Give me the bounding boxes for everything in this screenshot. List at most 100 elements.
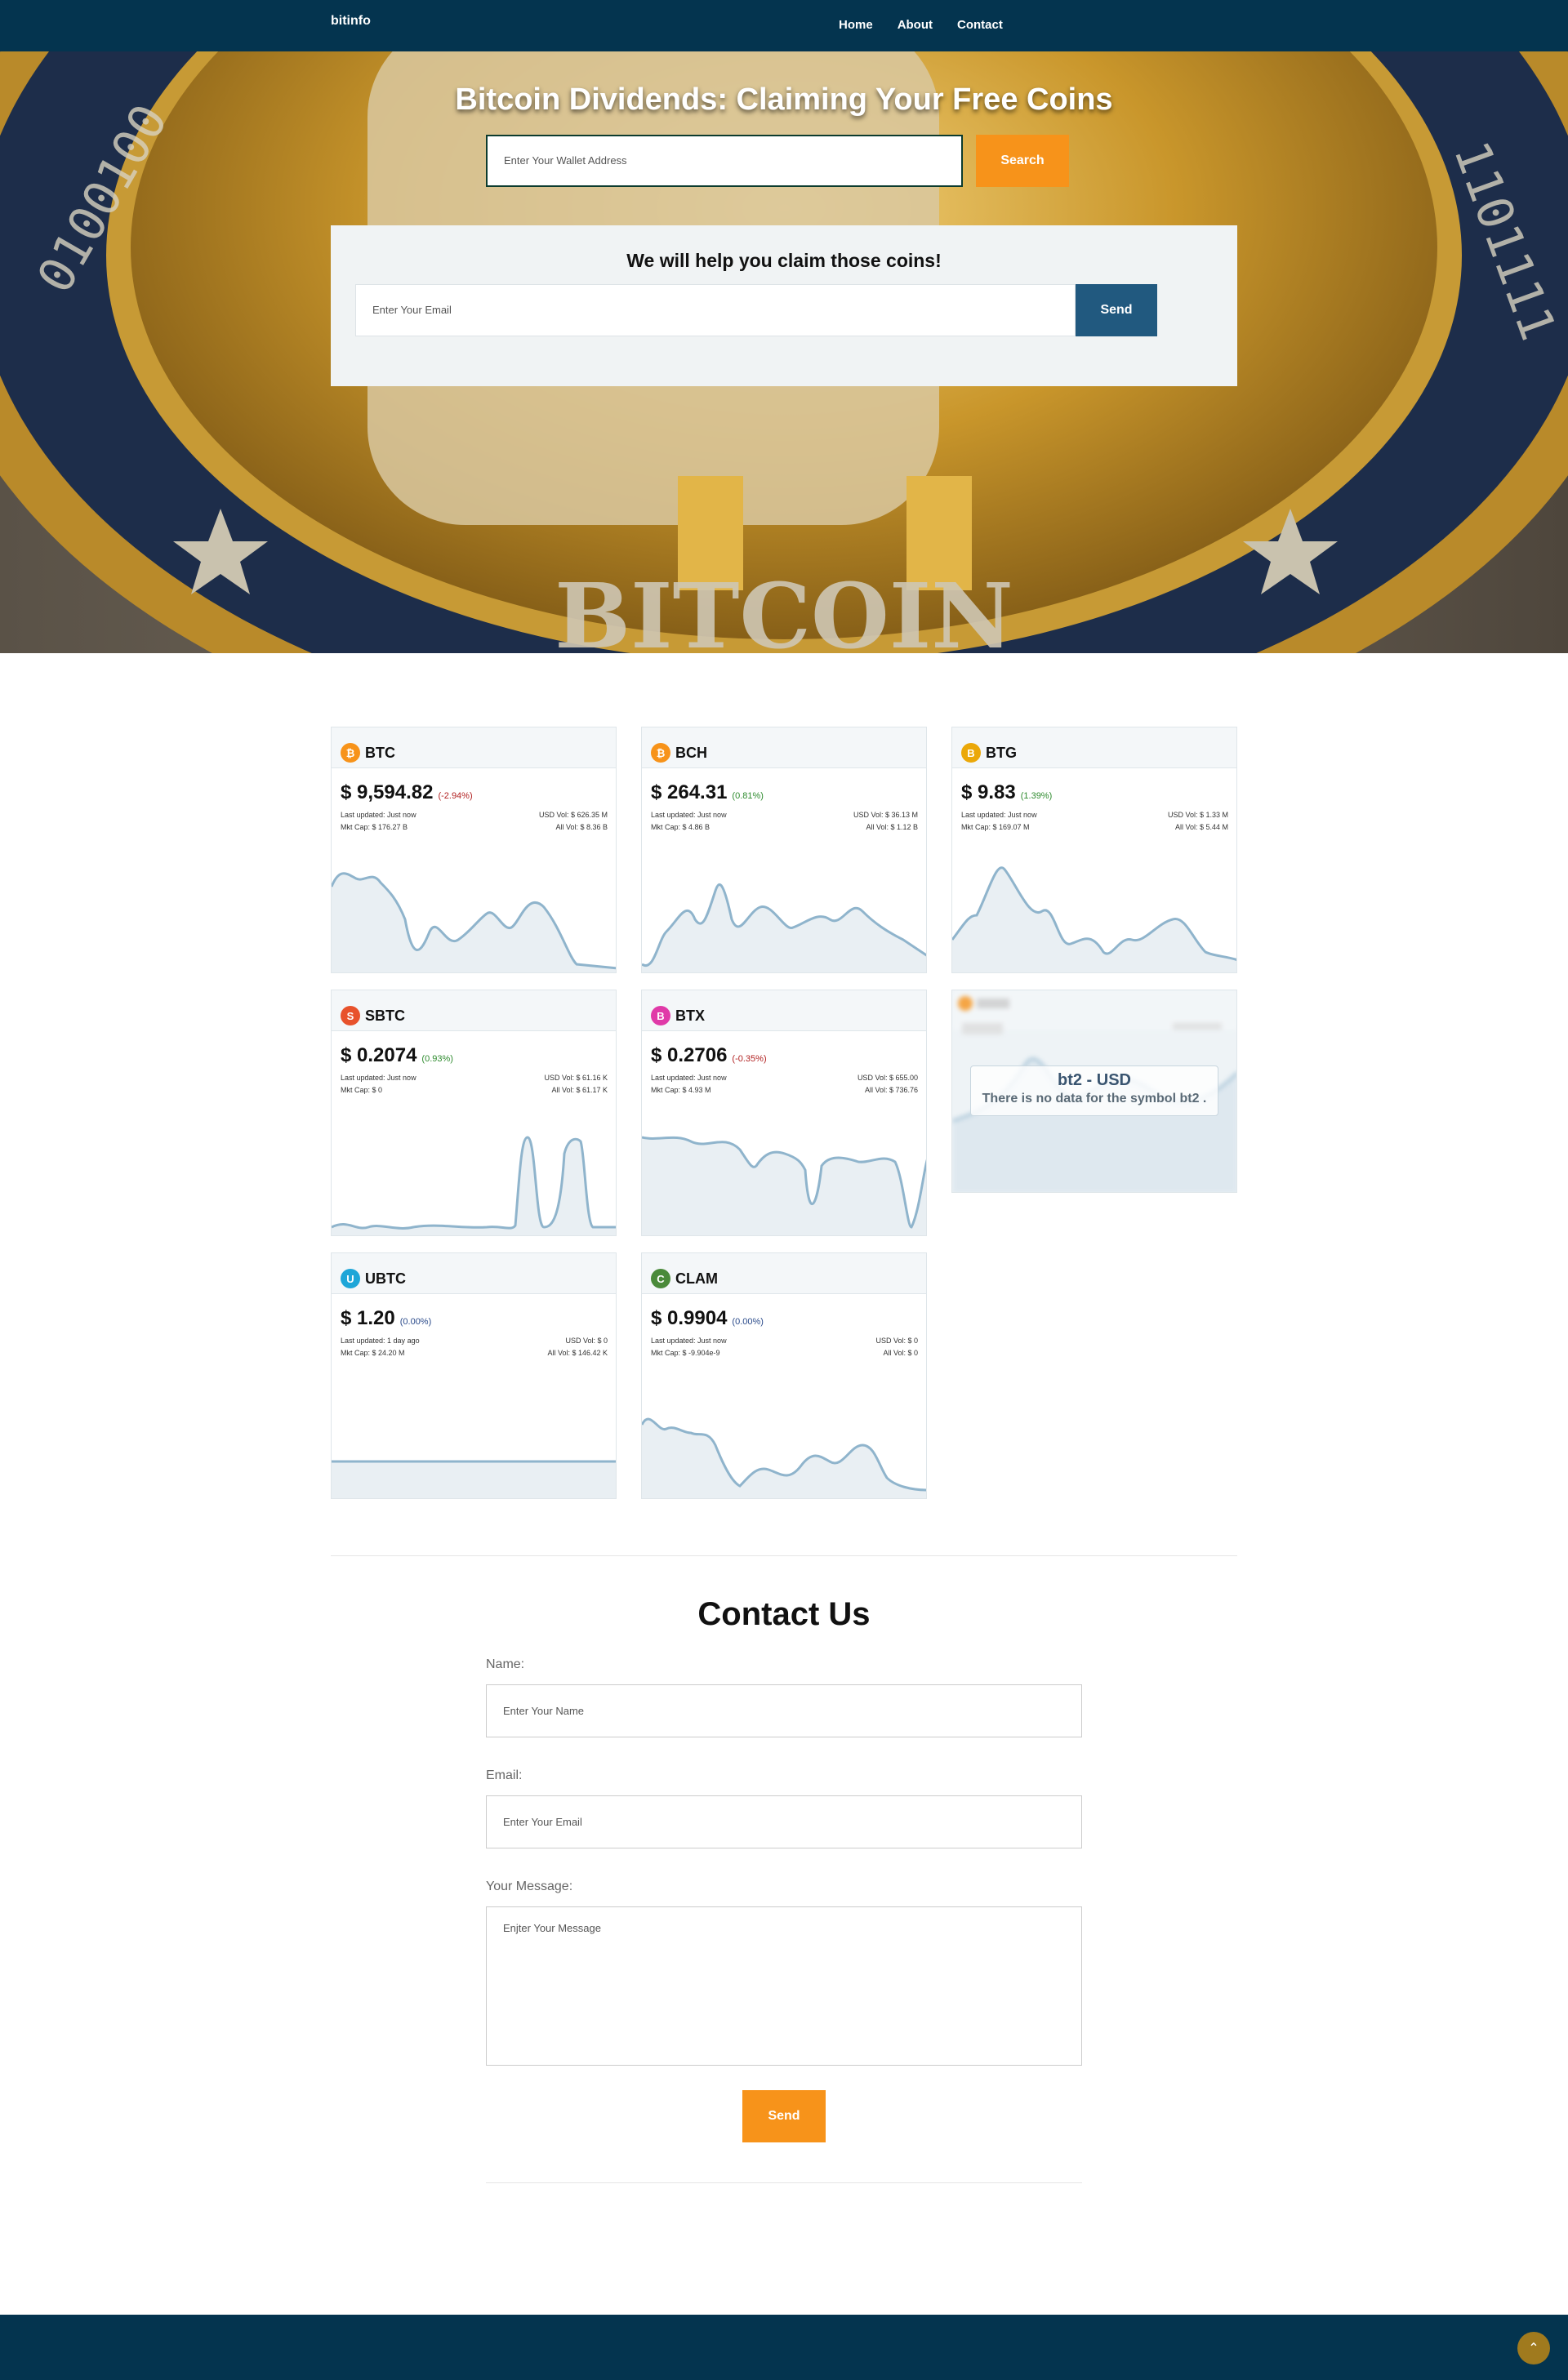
price-row: $ 1.20 (0.00%)	[332, 1294, 616, 1330]
last-updated: Last updated: Just now	[651, 811, 727, 819]
coin-meta: Last updated: Just now Mkt Cap: $ 169.07…	[952, 804, 1236, 834]
coin-card-btc[interactable]: ₿ BTC $ 9,594.82 (-2.94%) Last updated: …	[331, 727, 617, 973]
usd-volume: USD Vol: $ 0	[875, 1337, 918, 1345]
last-updated: Last updated: Just now	[651, 1074, 727, 1082]
coin-card-sbtc[interactable]: S SBTC $ 0.2074 (0.93%) Last updated: Ju…	[331, 990, 617, 1236]
email-label: Email:	[486, 1768, 523, 1782]
market-cap: Mkt Cap: $ -9.904e-9	[651, 1349, 720, 1357]
coin-card-btx[interactable]: B BTX $ 0.2706 (-0.35%) Last updated: Ju…	[641, 990, 927, 1236]
last-updated: Last updated: Just now	[651, 1337, 727, 1345]
usd-volume: USD Vol: $ 36.13 M	[853, 811, 918, 819]
section-divider	[331, 1555, 1237, 1556]
search-button[interactable]: Search	[976, 135, 1069, 187]
price-sparkline	[332, 1136, 616, 1235]
price-sparkline	[642, 1136, 926, 1235]
last-updated: Last updated: Just now	[341, 811, 416, 819]
bt2-no-data-message: bt2 - USD There is no data for the symbo…	[970, 1065, 1218, 1116]
coin-card-btg[interactable]: B BTG $ 9.83 (1.39%) Last updated: Just …	[951, 727, 1237, 973]
coin-meta: Last updated: Just now Mkt Cap: $ 0 USD …	[332, 1067, 616, 1097]
claim-panel-heading: We will help you claim those coins!	[626, 250, 942, 271]
name-input[interactable]: Enter Your Name	[486, 1684, 1082, 1737]
coin-meta: Last updated: Just now Mkt Cap: $ 4.86 B…	[642, 804, 926, 834]
usd-volume: USD Vol: $ 0	[565, 1337, 608, 1345]
coin-card-header: ₿ BTC	[332, 727, 616, 768]
coin-card-header: B BTX	[642, 990, 926, 1031]
coin-symbol: BTC	[365, 744, 395, 761]
top-navbar: bitinfo Home About Contact	[0, 0, 1568, 51]
market-cap: Mkt Cap: $ 24.20 M	[341, 1349, 405, 1357]
nav-home-link[interactable]: Home	[839, 18, 873, 32]
hero-title: Bitcoin Dividends: Claiming Your Free Co…	[455, 82, 1113, 117]
coin-card-bch[interactable]: ₿ BCH $ 264.31 (0.81%) Last updated: Jus…	[641, 727, 927, 973]
coin-meta: Last updated: Just now Mkt Cap: $ 176.27…	[332, 804, 616, 834]
coin-symbol: CLAM	[675, 1270, 718, 1287]
coin-icon: U	[341, 1269, 360, 1288]
footer	[0, 2315, 1568, 2380]
market-cap: Mkt Cap: $ 4.93 M	[651, 1086, 711, 1094]
last-updated: Last updated: Just now	[961, 811, 1037, 819]
price-row: $ 0.9904 (0.00%)	[642, 1294, 926, 1330]
price-change: (-0.35%)	[732, 1054, 767, 1064]
claim-email-input[interactable]: Enter Your Email	[355, 284, 1076, 336]
price-change: (1.39%)	[1020, 791, 1053, 801]
coin-price: $ 0.2706	[651, 1044, 728, 1066]
last-updated: Last updated: 1 day ago	[341, 1337, 420, 1345]
coin-icon: S	[341, 1006, 360, 1025]
last-updated: Last updated: Just now	[341, 1074, 416, 1082]
market-cap: Mkt Cap: $ 4.86 B	[651, 823, 710, 831]
message-label: Your Message:	[486, 1880, 573, 1893]
coin-symbol: BCH	[675, 744, 707, 761]
market-cap: Mkt Cap: $ 176.27 B	[341, 823, 408, 831]
brand-logo[interactable]: bitinfo	[331, 14, 371, 29]
price-sparkline	[332, 872, 616, 972]
coin-card-header: ₿ BCH	[642, 727, 926, 768]
message-textarea[interactable]: Enjter Your Message	[486, 1906, 1082, 2066]
coin-price: $ 9.83	[961, 781, 1016, 803]
coin-price: $ 1.20	[341, 1307, 395, 1329]
coin-icon: C	[651, 1269, 670, 1288]
all-volume: All Vol: $ 5.44 M	[1174, 823, 1228, 831]
coin-card-ubtc[interactable]: U UBTC $ 1.20 (0.00%) Last updated: 1 da…	[331, 1252, 617, 1499]
coin-price: $ 9,594.82	[341, 781, 434, 803]
market-cap: Mkt Cap: $ 169.07 M	[961, 823, 1030, 831]
nav-about-link[interactable]: About	[898, 18, 933, 32]
coin-price: $ 0.9904	[651, 1307, 728, 1329]
coin-card-header: B BTG	[952, 727, 1236, 768]
coin-meta: Last updated: Just now Mkt Cap: $ -9.904…	[642, 1330, 926, 1359]
coin-price: $ 0.2074	[341, 1044, 417, 1066]
svg-text:BITCOIN: BITCOIN	[555, 563, 1013, 653]
price-sparkline	[642, 883, 926, 972]
coin-card-header: C CLAM	[642, 1253, 926, 1294]
price-change: (0.81%)	[732, 791, 764, 801]
all-volume: All Vol: $ 736.76	[864, 1086, 918, 1094]
contact-send-button[interactable]: Send	[742, 2090, 826, 2142]
usd-volume: USD Vol: $ 626.35 M	[538, 811, 608, 819]
coin-card-clam[interactable]: C CLAM $ 0.9904 (0.00%) Last updated: Ju…	[641, 1252, 927, 1499]
email-input[interactable]: Enter Your Email	[486, 1795, 1082, 1848]
bt2-title: bt2 - USD	[1058, 1071, 1131, 1089]
all-volume: All Vol: $ 0	[883, 1349, 918, 1357]
claim-send-button[interactable]: Send	[1076, 284, 1157, 336]
wallet-address-input[interactable]: Enter Your Wallet Address	[486, 135, 963, 187]
coin-icon: B	[961, 743, 981, 763]
price-row: $ 9,594.82 (-2.94%)	[332, 768, 616, 804]
price-change: (0.00%)	[399, 1317, 432, 1327]
price-change: (0.93%)	[421, 1054, 453, 1064]
usd-volume: USD Vol: $ 1.33 M	[1167, 811, 1228, 819]
coin-symbol: UBTC	[365, 1270, 406, 1287]
usd-volume: USD Vol: $ 655.00	[857, 1074, 918, 1082]
coin-symbol: BTG	[986, 744, 1017, 761]
coin-icon: ₿	[341, 743, 360, 763]
all-volume: All Vol: $ 61.17 K	[551, 1086, 608, 1094]
hero-section: BITCOIN 0100100 1101111 Bitcoin Dividend…	[0, 51, 1568, 653]
coin-meta: Last updated: Just now Mkt Cap: $ 4.93 M…	[642, 1067, 926, 1097]
coin-card-header: U UBTC	[332, 1253, 616, 1294]
nav-links: Home About Contact	[839, 18, 1003, 32]
coin-price: $ 264.31	[651, 781, 728, 803]
price-sparkline	[332, 1460, 616, 1498]
price-change: (0.00%)	[732, 1317, 764, 1327]
price-change: (-2.94%)	[438, 791, 473, 801]
nav-contact-link[interactable]: Contact	[957, 18, 1003, 32]
scroll-to-top-button[interactable]: ⌃	[1517, 2332, 1550, 2364]
coin-card-header: S SBTC	[332, 990, 616, 1031]
